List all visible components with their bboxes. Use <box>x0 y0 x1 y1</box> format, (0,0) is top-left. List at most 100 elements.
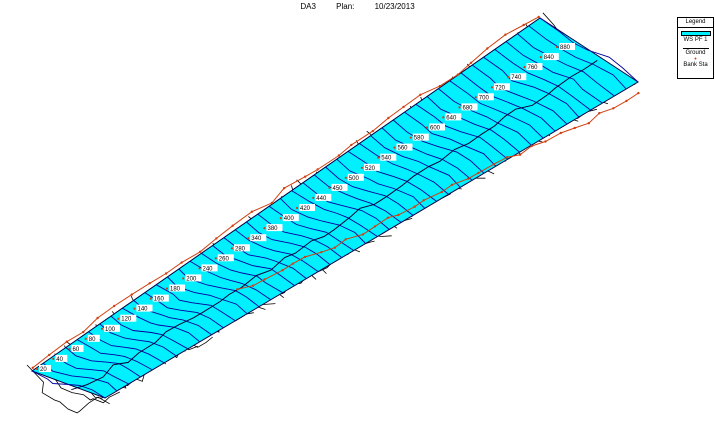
station-marker <box>117 317 120 320</box>
station-label: 280 <box>235 246 246 252</box>
bank-station-marker <box>48 353 51 357</box>
legend: Legend WS PF 1 Ground • Bank Sta <box>677 17 714 79</box>
bank-station-marker <box>180 261 183 264</box>
station-label: 600 <box>430 126 441 132</box>
station-label: 450 <box>333 186 344 192</box>
bank-station-marker <box>422 199 425 202</box>
bank-station-marker <box>625 99 628 103</box>
bank-station-marker <box>337 154 341 157</box>
bank-station-marker <box>215 237 218 240</box>
bank-station-marker <box>231 224 234 227</box>
station-marker <box>263 227 266 230</box>
bank-station-marker <box>31 366 34 369</box>
bank-station-marker <box>282 187 286 190</box>
station-label: 440 <box>316 196 327 202</box>
xyz-perspective-plot: 20 40 60 80 100 120 140 160 180 200 240 260 280 340 38… <box>26 12 640 414</box>
bank-station-marker <box>386 216 390 219</box>
bank-station-marker <box>344 238 347 241</box>
station-marker <box>149 297 152 300</box>
station-marker <box>214 257 217 260</box>
bank-station-marker <box>164 272 168 275</box>
legend-ws-label: WS PF 1 <box>683 37 708 43</box>
station-label: 60 <box>73 347 80 353</box>
bank-station-marker <box>450 183 454 186</box>
bank-station-marker <box>587 122 590 125</box>
bank-station-marker <box>419 93 422 97</box>
station-label: 100 <box>105 327 116 333</box>
station-label: 560 <box>398 146 409 152</box>
station-marker <box>474 96 477 99</box>
station-marker <box>555 45 559 49</box>
bank-station-marker <box>438 84 441 88</box>
station-label: 640 <box>446 115 457 121</box>
station-label: 700 <box>479 95 490 101</box>
bank-station-marker <box>65 340 69 343</box>
bank-station-marker <box>148 282 151 285</box>
bank-station-marker <box>440 190 443 194</box>
station-marker <box>490 86 494 89</box>
legend-title: Legend <box>678 18 713 28</box>
station-marker <box>295 206 299 210</box>
station-label: 40 <box>56 357 63 363</box>
station-marker <box>165 287 169 290</box>
bank-station-marker <box>387 116 390 120</box>
station-marker <box>133 307 136 310</box>
legend-bank-label: Bank Sta <box>683 62 708 68</box>
bank-station-marker <box>236 288 239 291</box>
bank-station-marker <box>530 144 533 148</box>
left-bank-line <box>32 16 539 369</box>
ws-swatch-icon <box>680 31 711 36</box>
station-label: 380 <box>268 226 279 232</box>
bank-station-marker <box>456 73 460 76</box>
station-label: 580 <box>414 136 425 142</box>
bank-station-marker <box>573 126 576 130</box>
bank-station-marker <box>316 168 319 171</box>
station-label: 340 <box>251 236 262 242</box>
station-marker <box>442 116 445 119</box>
bank-station-marker <box>537 15 540 19</box>
bank-station-marker <box>413 205 416 208</box>
bank-station-marker <box>333 246 336 249</box>
station-marker <box>35 367 39 371</box>
bank-station-marker <box>199 250 202 253</box>
bank-station-marker <box>486 47 489 50</box>
station-label: 500 <box>349 176 360 182</box>
bank-station-marker <box>303 175 307 178</box>
bank-station-marker <box>397 213 400 217</box>
station-label: 720 <box>495 85 506 91</box>
station-marker <box>425 126 429 129</box>
bank-station-marker <box>350 143 353 147</box>
bank-station-marker <box>371 129 374 133</box>
station-label: 160 <box>154 297 165 303</box>
station-label: 680 <box>463 105 474 111</box>
station-marker <box>68 347 71 350</box>
station-label: 260 <box>219 256 230 262</box>
station-label: 20 <box>40 367 47 373</box>
station-marker <box>458 106 461 109</box>
bank-station-marker <box>506 156 509 159</box>
ground-line-icon <box>682 48 709 49</box>
bank-station-marker <box>469 61 473 64</box>
bank-station-marker <box>270 201 274 205</box>
bank-station-marker <box>130 293 133 296</box>
station-marker <box>393 146 396 149</box>
station-marker <box>377 156 380 159</box>
bank-station-marker <box>402 105 405 109</box>
bank-station-marker <box>281 269 284 272</box>
bank-station-marker <box>544 140 547 143</box>
station-label: 740 <box>511 75 522 81</box>
station-label: 540 <box>381 156 392 162</box>
station-label: 120 <box>121 317 132 323</box>
bank-station-marker <box>96 316 99 320</box>
bank-station-marker <box>291 262 294 265</box>
bank-station-marker <box>373 225 377 228</box>
station-label: 180 <box>170 287 181 293</box>
station-label: 420 <box>300 206 311 212</box>
station-marker <box>409 136 412 139</box>
bank-station-marker <box>303 255 307 259</box>
water-surface <box>30 17 639 399</box>
station-marker <box>84 337 87 340</box>
bank-station-marker <box>250 210 254 213</box>
station-label: 80 <box>89 337 96 343</box>
bank-station-marker <box>637 91 640 95</box>
